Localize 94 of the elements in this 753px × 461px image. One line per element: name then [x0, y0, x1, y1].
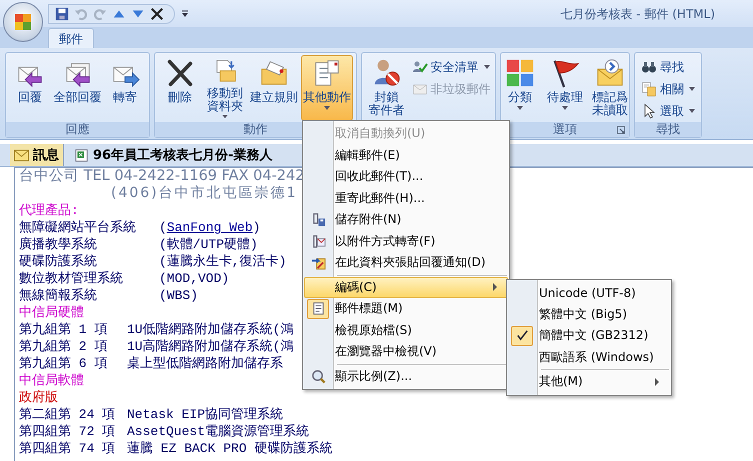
dropdown-caret-icon	[222, 114, 228, 118]
message-tab[interactable]: 訊息	[10, 144, 64, 166]
menu-item[interactable]: 繁體中文 (Big5)	[509, 304, 669, 325]
menu-item[interactable]: 顯示比例(Z)...	[305, 366, 507, 387]
ribbon-button[interactable]: 全部回覆	[53, 55, 102, 121]
envelope-icon	[14, 148, 29, 162]
ribbon-button[interactable]: 刪除	[158, 55, 202, 121]
magnifier-icon	[310, 368, 326, 384]
group-label: 動作	[244, 121, 268, 138]
item-description: 蓮騰 EZ BACK PRO 硬碟防護系統	[127, 440, 332, 457]
submenu-arrow-icon	[655, 378, 659, 386]
item-number: 第四組第 74 項	[19, 440, 116, 457]
dropdown-caret-icon	[689, 87, 695, 91]
group-label: 選項	[553, 121, 577, 138]
ribbon-button[interactable]: 建立規則	[248, 55, 300, 121]
dialog-launcher-icon[interactable]	[617, 126, 625, 134]
product-link[interactable]: SanFong Web	[166, 220, 253, 235]
binoculars-icon	[641, 59, 657, 75]
menu-item[interactable]: 回收此郵件(T)...	[305, 166, 507, 188]
menu-item[interactable]: 郵件標題(M)	[305, 298, 507, 320]
menu-item[interactable]: 其他(M)	[509, 371, 669, 392]
product-name: 無障礙網站平台系統	[19, 219, 137, 236]
item-number: 第九組第 2 項	[19, 338, 108, 355]
menu-item[interactable]: 編輯郵件(E)	[305, 144, 507, 166]
product-name: 數位教材管理系統	[19, 270, 124, 287]
close-icon[interactable]	[150, 6, 164, 20]
product-note: (MOD,VOD)	[159, 270, 230, 287]
product-note: (軟體/UTP硬體)	[159, 236, 258, 253]
item-description: Netask EIP協同管理系統	[127, 406, 284, 423]
dropdown-caret-icon	[324, 106, 330, 110]
documents-icon	[641, 81, 657, 97]
ribbon-button[interactable]: 移動到 資料夾	[203, 55, 247, 121]
group-label: 尋找	[656, 121, 680, 138]
spreadsheet-file-icon	[74, 148, 89, 162]
product-name: 無線簡報系統	[19, 287, 98, 304]
ribbon-button[interactable]: 選取	[639, 101, 697, 121]
office-logo-icon	[13, 12, 33, 32]
section-heading: 中信局軟體	[19, 372, 84, 389]
item-number: 第四組第 72 項	[19, 423, 116, 440]
ribbon-button[interactable]: 相關	[639, 79, 697, 99]
item-description: 1U低階網路附加儲存系統(鴻	[127, 321, 294, 338]
item-number: 第二組第 24 項	[19, 406, 116, 423]
menu-item[interactable]: 編碼(C)	[304, 276, 508, 298]
ribbon-button[interactable]: 尋找	[639, 57, 697, 77]
section-heading: 代理產品:	[19, 202, 79, 219]
envelope-arrow-icon	[595, 58, 625, 88]
delete-icon	[165, 58, 195, 88]
colored-squares-icon	[505, 58, 535, 88]
section-heading: 政府版	[19, 389, 58, 406]
product-name: 廣播教學系統	[19, 236, 98, 253]
menu-item[interactable]: 以附件方式轉寄(F)	[305, 230, 507, 252]
dropdown-caret-icon	[562, 106, 568, 110]
product-note: (SanFong Web)	[159, 219, 260, 236]
checkmark-icon	[514, 328, 530, 344]
menu-item[interactable]: 儲存附件(N)	[305, 209, 507, 230]
arrows-note-icon	[310, 255, 326, 270]
people-check-icon	[412, 59, 428, 75]
ribbon-button[interactable]: 待處理	[543, 55, 587, 121]
item-number: 第九組第 6 項	[19, 355, 108, 372]
menu-item[interactable]: Unicode (UTF-8)	[509, 282, 669, 304]
document-icon	[310, 301, 326, 316]
address-line: (406)台中市北屯區崇德1	[110, 185, 298, 202]
ribbon-button[interactable]: 轉寄	[103, 55, 147, 121]
item-number: 第九組第 1 項	[19, 321, 108, 338]
menu-item[interactable]: 西歐語系 (Windows)	[509, 346, 669, 368]
menu-item[interactable]: 在瀏覽器中檢視(V)	[305, 341, 507, 362]
dropdown-caret-icon	[484, 65, 490, 69]
product-note: (WBS)	[159, 287, 198, 304]
ribbon-tab[interactable]: 郵件	[48, 28, 94, 48]
ribbon-button[interactable]: 安全清單	[410, 57, 492, 77]
window-title: 七月份考核表 - 郵件 (HTML)	[560, 6, 715, 23]
contact-line: 台中公司 TEL 04-2422-1169 FAX 04-242	[19, 168, 304, 185]
ribbon-button[interactable]: 標記爲 未讀取	[588, 55, 632, 121]
submenu-arrow-icon	[493, 283, 497, 292]
office-button[interactable]	[3, 2, 43, 42]
dropdown-caret-icon	[517, 106, 523, 110]
menu-item[interactable]: 在此資料夾張貼回覆通知(D)	[305, 252, 507, 274]
save-icon[interactable]	[55, 6, 69, 20]
customize-caret-icon[interactable]	[181, 10, 189, 18]
menu-item[interactable]: 重寄此郵件(H)...	[305, 188, 507, 209]
dropdown-caret-icon	[689, 109, 695, 113]
item-description: AssetQuest電腦資源管理系統	[127, 423, 310, 440]
item-description: 1U高階網路附加儲存系統(鴻	[127, 338, 294, 355]
item-description: 桌上型低階網路附加儲存系	[127, 355, 283, 372]
section-heading: 中信局硬體	[19, 304, 84, 321]
ribbon-button[interactable]: 其他動作	[301, 55, 353, 121]
message-tab[interactable]: 96年員工考核表七月份-業務人	[70, 144, 276, 166]
group-label: 回應	[66, 121, 90, 138]
menu-item[interactable]: 檢視原始檔(S)	[305, 320, 507, 341]
ribbon-button[interactable]: 回覆	[8, 55, 52, 121]
product-name: 硬碟防護系統	[19, 253, 98, 270]
product-note: (蓮騰永生卡,復活卡)	[159, 253, 286, 270]
menu-item[interactable]: 簡體中文 (GB2312)	[509, 325, 669, 346]
ribbon-button[interactable]: 分類	[498, 55, 542, 121]
